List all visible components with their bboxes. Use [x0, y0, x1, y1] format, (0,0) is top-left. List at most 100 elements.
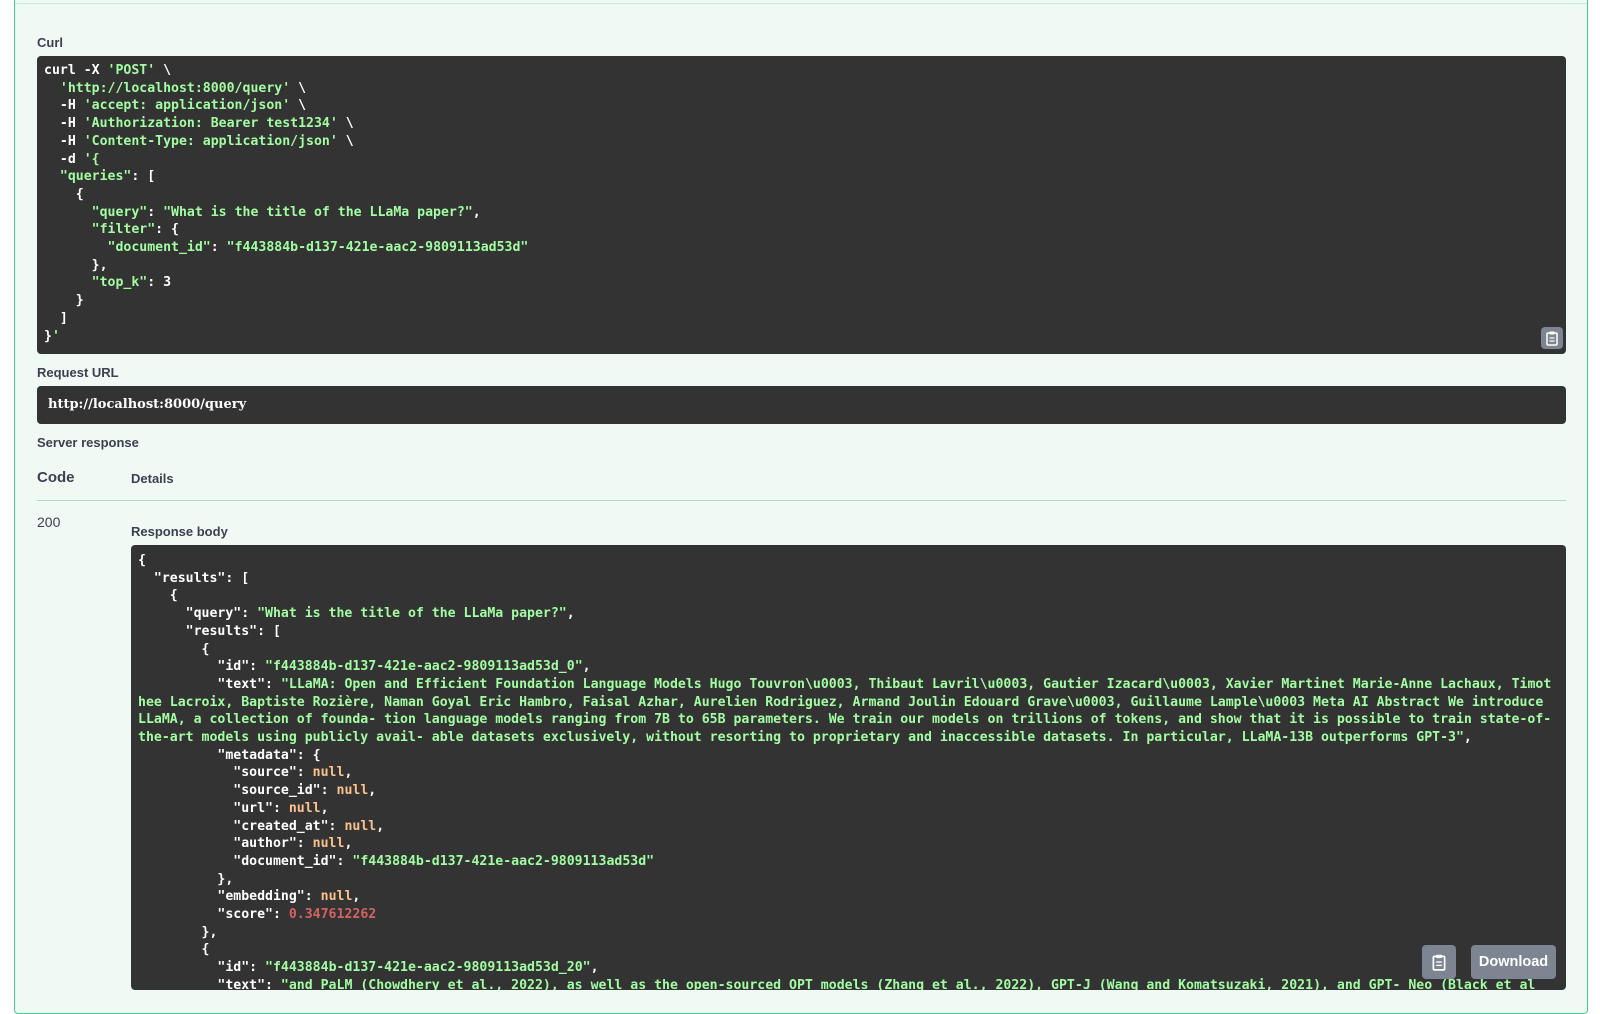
table-header-divider	[37, 500, 1566, 501]
curl-string: "top_k"	[91, 275, 148, 291]
json-line: "document_id": "f443884b-d137-421e-aac2-…	[138, 853, 1559, 871]
request-url-value[interactable]: http://localhost:8000/query	[37, 386, 1566, 424]
json-line: "score": 0.347612262	[138, 906, 1559, 924]
json-key: "results"	[138, 570, 226, 586]
json-key: "id":	[138, 960, 266, 976]
json-line: },	[138, 871, 1559, 889]
json-punct: {	[138, 641, 210, 657]
json-key: "source":	[138, 765, 313, 781]
json-null: null	[320, 889, 353, 905]
json-string: "LLaMA: Open and Efficient Foundation La…	[138, 676, 1552, 746]
json-line: "source": null,	[138, 765, 353, 781]
json-punct: ,	[566, 606, 575, 622]
curl-line: "document_id": "f443884b-d137-421e-aac2-…	[107, 240, 529, 256]
json-key: "document_id":	[138, 853, 353, 869]
json-line: {	[138, 552, 1559, 570]
json-line: "created_at": null,	[138, 818, 385, 834]
json-key: "created_at":	[138, 818, 345, 834]
curl-string: "queries"	[59, 169, 132, 185]
json-key: "score":	[138, 907, 289, 923]
json-line: },	[138, 924, 1559, 942]
json-line: "id": "f443884b-d137-421e-aac2-9809113ad…	[138, 959, 1559, 977]
clipboard-icon	[1432, 954, 1446, 971]
json-line: "embedding": null,	[138, 889, 361, 905]
copy-curl-button[interactable]	[1541, 327, 1563, 349]
json-key: "author":	[138, 836, 313, 852]
curl-line: }'	[44, 328, 60, 344]
json-key: "embedding":	[138, 889, 321, 905]
curl-string: "document_id"	[107, 240, 211, 256]
curl-line: "filter": {	[91, 222, 179, 238]
json-line: "source_id": null,	[138, 783, 377, 799]
json-line: {	[138, 941, 1559, 959]
json-line: "text": "LLaMA: Open and Efficient Found…	[138, 676, 1559, 747]
json-string: "f443884b-d137-421e-aac2-9809113ad53d"	[352, 853, 655, 869]
json-key: "metadata": {	[138, 747, 321, 763]
json-key: "query":	[138, 606, 258, 622]
curl-string: '{	[83, 151, 100, 167]
server-response-label: Server response	[37, 435, 139, 450]
curl-string: "filter"	[91, 222, 156, 238]
curl-line: -H 'Authorization: Bearer test1234' \	[44, 116, 354, 132]
panel-top-divider	[15, 0, 1587, 4]
json-key: "text":	[138, 977, 281, 990]
curl-label: Curl	[37, 35, 63, 50]
json-null: null	[312, 765, 345, 781]
response-body-label: Response body	[131, 524, 228, 539]
json-line: "results": [	[138, 570, 1559, 588]
curl-string: 'Content-Type: application/json'	[83, 133, 338, 149]
json-line: "text": "and PaLM (Chowdhery et al., 202…	[138, 977, 1559, 990]
curl-string: "What is the title of the LLaMa paper?"	[163, 204, 473, 220]
download-button[interactable]: Download	[1471, 945, 1556, 979]
curl-string: 'Authorization: Bearer test1234'	[83, 116, 338, 132]
curl-line: {	[44, 186, 84, 202]
json-string: "and PaLM (Chowdhery et al., 2022), as w…	[280, 977, 1536, 990]
json-string: "f443884b-d137-421e-aac2-9809113ad53d_20…	[265, 960, 591, 976]
json-line: "metadata": {	[138, 747, 1559, 765]
json-key: "source_id":	[138, 783, 337, 799]
json-key: "text":	[138, 676, 281, 692]
json-punct: },	[138, 871, 234, 887]
json-line: "url": null,	[138, 800, 329, 816]
curl-line: "query": "What is the title of the LLaMa…	[91, 204, 481, 220]
json-line: "query": "What is the title of the LLaMa…	[138, 605, 1559, 623]
json-punct: {	[138, 588, 178, 604]
response-status-code: 200	[37, 514, 61, 530]
curl-line: }	[44, 293, 84, 309]
curl-line: -H 'Content-Type: application/json' \	[44, 133, 354, 149]
copy-response-button[interactable]	[1422, 945, 1456, 979]
json-line: "id": "f443884b-d137-421e-aac2-9809113ad…	[138, 658, 1559, 676]
json-null: null	[336, 783, 369, 799]
json-number: 0.347612262	[288, 907, 377, 923]
curl-line: curl -X 'POST' \	[44, 63, 172, 78]
json-punct: {	[138, 942, 210, 958]
curl-string: 'POST'	[107, 63, 156, 78]
json-line: {	[138, 641, 1559, 659]
json-punct: {	[138, 553, 146, 568]
curl-line: ]	[44, 310, 68, 326]
request-url-label: Request URL	[37, 365, 119, 380]
curl-line: },	[44, 257, 108, 273]
json-key: "results": [	[138, 623, 281, 639]
response-body-block[interactable]: { "results": [ { "query": "What is the t…	[131, 545, 1566, 990]
json-line: "results": [	[138, 623, 1559, 641]
curl-line: 'http://localhost:8000/query' \	[59, 80, 307, 96]
json-punct: ,	[1463, 730, 1472, 746]
clipboard-icon	[1546, 331, 1558, 346]
curl-line: -d '{	[44, 151, 100, 167]
curl-string: '	[51, 328, 60, 344]
curl-code-block[interactable]: curl -X 'POST' \ 'http://localhost:8000/…	[37, 56, 1566, 354]
json-line: "author": null,	[138, 836, 353, 852]
column-header-code: Code	[37, 469, 75, 486]
json-null: null	[344, 818, 377, 834]
json-punct: ,	[590, 960, 599, 976]
curl-string: 'http://localhost:8000/query'	[59, 80, 291, 96]
json-string: "f443884b-d137-421e-aac2-9809113ad53d_0"	[265, 659, 583, 675]
json-key: "url":	[138, 800, 289, 816]
curl-string: 'accept: application/json'	[83, 98, 291, 114]
curl-line: "top_k": 3	[91, 275, 172, 291]
json-null: null	[288, 800, 321, 816]
column-header-details: Details	[131, 471, 174, 486]
json-string: "What is the title of the LLaMa paper?"	[257, 606, 567, 622]
curl-string: "f443884b-d137-421e-aac2-9809113ad53d"	[226, 240, 529, 256]
